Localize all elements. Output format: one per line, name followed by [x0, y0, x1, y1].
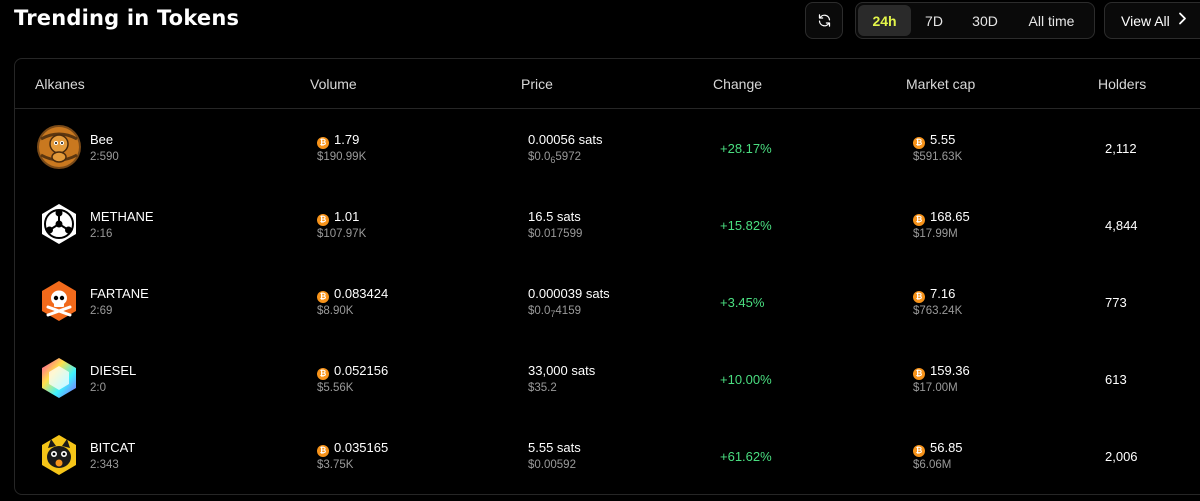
price-sats: 0.00056 sats — [528, 132, 603, 147]
price-usd: $0.00592 — [528, 459, 576, 471]
volume-usd: $107.97K — [317, 228, 367, 240]
market-cap-usd: $17.99M — [913, 228, 958, 240]
change-percent: +3.45% — [720, 295, 765, 310]
market-cap-usd: $6.06M — [913, 459, 952, 471]
tab-7d[interactable]: 7D — [911, 5, 957, 36]
token-id: 2:16 — [90, 228, 113, 240]
holders-count: 2,006 — [1105, 449, 1138, 464]
bitcoin-icon: ₿ — [913, 214, 925, 226]
change-percent: +10.00% — [720, 372, 772, 387]
market-cap-btc: ₿ 168.65 — [913, 209, 970, 226]
market-cap-usd: $763.24K — [913, 305, 963, 317]
price-sats: 5.55 sats — [528, 440, 581, 455]
volume-usd: $5.56K — [317, 382, 354, 394]
market-cap-usd: $591.63K — [913, 151, 963, 163]
column-header-price[interactable]: Price — [521, 76, 553, 92]
price-sats: 0.000039 sats — [528, 286, 610, 301]
bitcoin-icon: ₿ — [317, 445, 329, 457]
market-cap-btc: ₿ 7.16 — [913, 286, 955, 303]
bitcoin-icon: ₿ — [317, 137, 329, 149]
column-header-alkanes[interactable]: Alkanes — [35, 76, 85, 92]
refresh-button[interactable] — [805, 2, 843, 39]
token-name[interactable]: Bee — [90, 132, 113, 147]
holders-count: 613 — [1105, 372, 1127, 387]
change-percent: +28.17% — [720, 141, 772, 156]
volume-usd: $190.99K — [317, 151, 367, 163]
table-row[interactable]: METHANE 2:16 ₿ 1.01 $107.97K 16.5 sats $0… — [15, 186, 1200, 263]
chevron-right-icon — [1178, 12, 1187, 29]
tab-all-time[interactable]: All time — [1013, 5, 1090, 36]
time-range-selector: 24h 7D 30D All time — [855, 2, 1095, 39]
holders-count: 4,844 — [1105, 218, 1138, 233]
price-usd: $0.065972 — [528, 151, 581, 165]
market-cap-btc: ₿ 56.85 — [913, 440, 963, 457]
bitcoin-icon: ₿ — [913, 368, 925, 380]
refresh-icon — [818, 14, 830, 27]
price-sats: 33,000 sats — [528, 363, 596, 378]
tokens-table: Alkanes Volume Price Change Market cap H… — [14, 58, 1200, 495]
token-name[interactable]: BITCAT — [90, 440, 135, 455]
token-id: 2:69 — [90, 305, 113, 317]
bitcoin-icon: ₿ — [317, 291, 329, 303]
column-header-change[interactable]: Change — [713, 76, 762, 92]
price-usd: $0.074159 — [528, 305, 581, 319]
table-header: Alkanes Volume Price Change Market cap H… — [15, 59, 1200, 109]
view-all-button[interactable]: View All — [1104, 2, 1200, 39]
market-cap-btc: ₿ 5.55 — [913, 132, 955, 149]
view-all-label: View All — [1121, 12, 1170, 29]
tab-30d[interactable]: 30D — [957, 5, 1013, 36]
bee-token-icon — [37, 125, 81, 169]
volume-btc: ₿ 0.052156 — [317, 363, 388, 380]
token-id: 2:0 — [90, 382, 106, 394]
skull-token-icon — [37, 279, 81, 323]
token-id: 2:343 — [90, 459, 119, 471]
price-usd: $0.017599 — [528, 228, 583, 240]
bitcoin-icon: ₿ — [913, 291, 925, 303]
volume-usd: $3.75K — [317, 459, 354, 471]
token-name[interactable]: FARTANE — [90, 286, 149, 301]
cat-token-icon — [37, 433, 81, 477]
change-percent: +61.62% — [720, 449, 772, 464]
bitcoin-icon: ₿ — [913, 137, 925, 149]
volume-btc: ₿ 1.01 — [317, 209, 359, 226]
holders-count: 773 — [1105, 295, 1127, 310]
token-name[interactable]: METHANE — [90, 209, 154, 224]
table-row[interactable]: Bee 2:590 ₿ 1.79 $190.99K 0.00056 sats $0… — [15, 109, 1200, 186]
diesel-token-icon — [37, 356, 81, 400]
header: Trending in Tokens 24h 7D 30D All time V… — [0, 0, 1200, 44]
volume-btc: ₿ 0.083424 — [317, 286, 388, 303]
table-row[interactable]: BITCAT 2:343 ₿ 0.035165 $3.75K 5.55 sats … — [15, 417, 1200, 494]
holders-count: 2,112 — [1105, 141, 1137, 156]
bitcoin-icon: ₿ — [317, 214, 329, 226]
token-name[interactable]: DIESEL — [90, 363, 136, 378]
tab-24h[interactable]: 24h — [858, 5, 911, 36]
market-cap-usd: $17.00M — [913, 382, 958, 394]
table-row[interactable]: DIESEL 2:0 ₿ 0.052156 $5.56K 33,000 sats … — [15, 340, 1200, 417]
volume-usd: $8.90K — [317, 305, 354, 317]
bitcoin-icon: ₿ — [317, 368, 329, 380]
column-header-market-cap[interactable]: Market cap — [906, 76, 975, 92]
market-cap-btc: ₿ 159.36 — [913, 363, 970, 380]
price-usd: $35.2 — [528, 382, 557, 394]
table-row[interactable]: FARTANE 2:69 ₿ 0.083424 $8.90K 0.000039 s… — [15, 263, 1200, 340]
change-percent: +15.82% — [720, 218, 772, 233]
bitcoin-icon: ₿ — [913, 445, 925, 457]
price-sats: 16.5 sats — [528, 209, 581, 224]
methane-token-icon — [37, 202, 81, 246]
column-header-volume[interactable]: Volume — [310, 76, 357, 92]
column-header-holders[interactable]: Holders — [1098, 76, 1146, 92]
token-id: 2:590 — [90, 151, 119, 163]
page-title: Trending in Tokens — [14, 6, 240, 30]
volume-btc: ₿ 0.035165 — [317, 440, 388, 457]
volume-btc: ₿ 1.79 — [317, 132, 359, 149]
